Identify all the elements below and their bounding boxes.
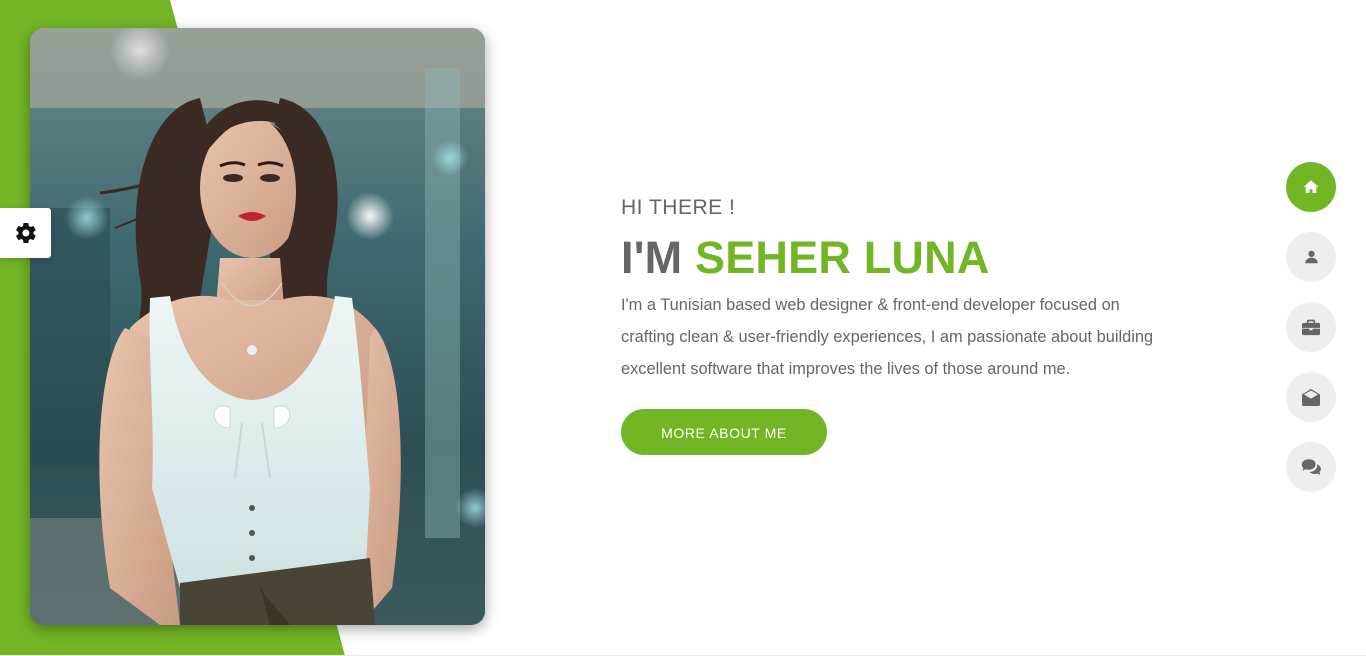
settings-toggle-button[interactable] [0,208,51,258]
bio-text: I'm a Tunisian based web designer & fron… [621,296,1154,378]
hero-photo [30,28,485,625]
nav-portfolio-button[interactable] [1286,302,1336,352]
portrait-illustration [30,28,485,625]
headline-name: SEHER LUNA [695,232,990,283]
more-about-me-button[interactable]: MORE ABOUT ME [621,409,827,455]
user-icon [1304,250,1318,264]
comments-icon [1301,459,1321,475]
headline-prefix: I'M [621,232,683,283]
envelope-open-icon [1302,388,1320,406]
nav-home-button[interactable] [1286,162,1336,212]
nav-about-button[interactable] [1286,232,1336,282]
side-nav [1286,162,1336,512]
hero-intro: HI THERE ! I'M SEHER LUNA I'm a Tunisian… [621,195,1181,455]
nav-blog-button[interactable] [1286,442,1336,492]
briefcase-icon [1302,319,1320,336]
page: HI THERE ! I'M SEHER LUNA I'm a Tunisian… [0,0,1366,656]
home-icon [1303,180,1319,193]
nav-contact-button[interactable] [1286,372,1336,422]
greeting-text: HI THERE ! [621,196,736,219]
gear-icon [15,222,36,244]
page-title: I'M SEHER LUNA [621,231,1181,285]
